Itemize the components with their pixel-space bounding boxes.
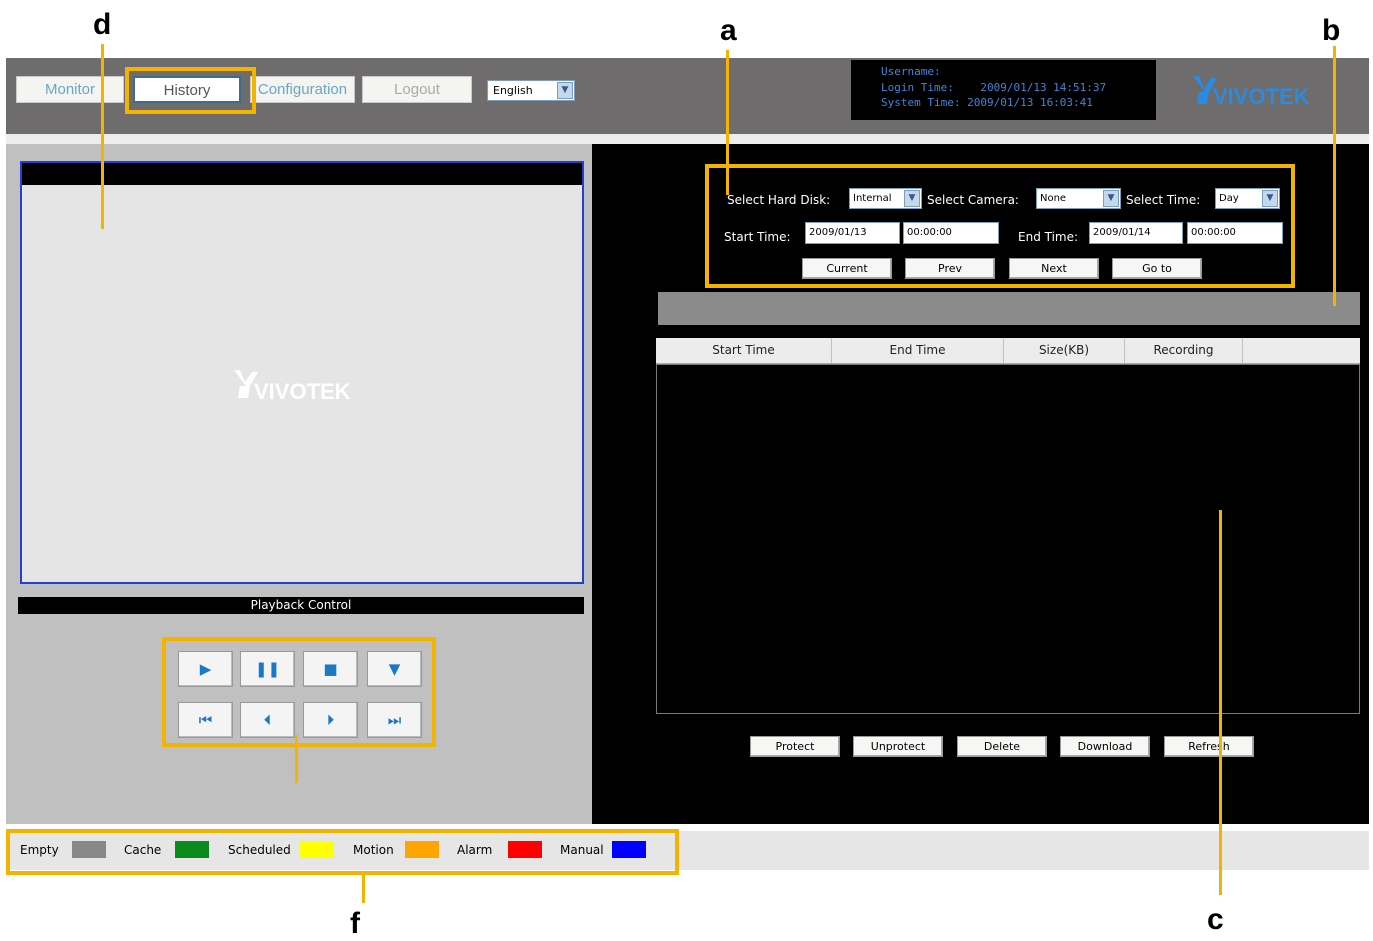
logo-mark-icon: VIVOTEK bbox=[234, 370, 351, 404]
table-header: Start Time End Time Size(KB) Recording bbox=[656, 338, 1360, 364]
video-title-bar bbox=[22, 163, 582, 185]
timeline-bar[interactable] bbox=[658, 292, 1360, 325]
highlight-history bbox=[125, 67, 256, 114]
login-time: Login Time: 2009/01/13 14:51:37 bbox=[881, 80, 1107, 94]
refresh-button[interactable]: Refresh bbox=[1164, 736, 1254, 757]
callout-c: c bbox=[1207, 903, 1224, 936]
highlight-e-playback bbox=[162, 637, 436, 747]
leader-line-d bbox=[101, 44, 104, 229]
download-button[interactable]: Download bbox=[1060, 736, 1150, 757]
callout-a: a bbox=[720, 14, 737, 47]
monitor-button[interactable]: Monitor bbox=[16, 76, 124, 103]
logout-button[interactable]: Logout bbox=[362, 76, 472, 103]
leader-line-c bbox=[1219, 510, 1222, 895]
callout-f: f bbox=[350, 907, 360, 940]
language-select[interactable]: English ▼ bbox=[487, 80, 575, 101]
configuration-button[interactable]: Configuration bbox=[250, 76, 355, 103]
separator-bar bbox=[6, 134, 1369, 144]
logo-text: VIVOTEK bbox=[1213, 84, 1310, 109]
session-info: Username: Login Time: 2009/01/13 14:51:3… bbox=[851, 60, 1156, 120]
vivotek-logo: VIVOTEK bbox=[1187, 70, 1327, 110]
callout-b: b bbox=[1322, 14, 1341, 47]
highlight-a-search bbox=[705, 164, 1295, 288]
playback-control-title: Playback Control bbox=[18, 597, 584, 614]
column-recording[interactable]: Recording bbox=[1125, 338, 1243, 363]
logo-mark-icon: VIVOTEK bbox=[1193, 76, 1310, 109]
callout-d: d bbox=[93, 8, 112, 41]
chevron-down-icon: ▼ bbox=[557, 82, 573, 99]
leader-line-a bbox=[726, 50, 729, 195]
recording-table-body[interactable] bbox=[656, 364, 1360, 714]
delete-button[interactable]: Delete bbox=[957, 736, 1047, 757]
watermark-text: VIVOTEK bbox=[254, 379, 351, 404]
leader-line-b bbox=[1333, 46, 1336, 306]
unprotect-button[interactable]: Unprotect bbox=[853, 736, 943, 757]
system-time: System Time: 2009/01/13 16:03:41 bbox=[881, 96, 1093, 109]
username-label: Username: bbox=[881, 65, 941, 78]
column-end-time[interactable]: End Time bbox=[832, 338, 1004, 363]
column-start-time[interactable]: Start Time bbox=[656, 338, 832, 363]
leader-line-e bbox=[295, 735, 298, 783]
leader-line-f bbox=[362, 873, 365, 903]
language-value: English bbox=[493, 84, 533, 97]
highlight-f-legend bbox=[6, 829, 679, 875]
protect-button[interactable]: Protect bbox=[750, 736, 840, 757]
column-size[interactable]: Size(KB) bbox=[1004, 338, 1125, 363]
video-watermark-logo: VIVOTEK bbox=[228, 366, 378, 406]
